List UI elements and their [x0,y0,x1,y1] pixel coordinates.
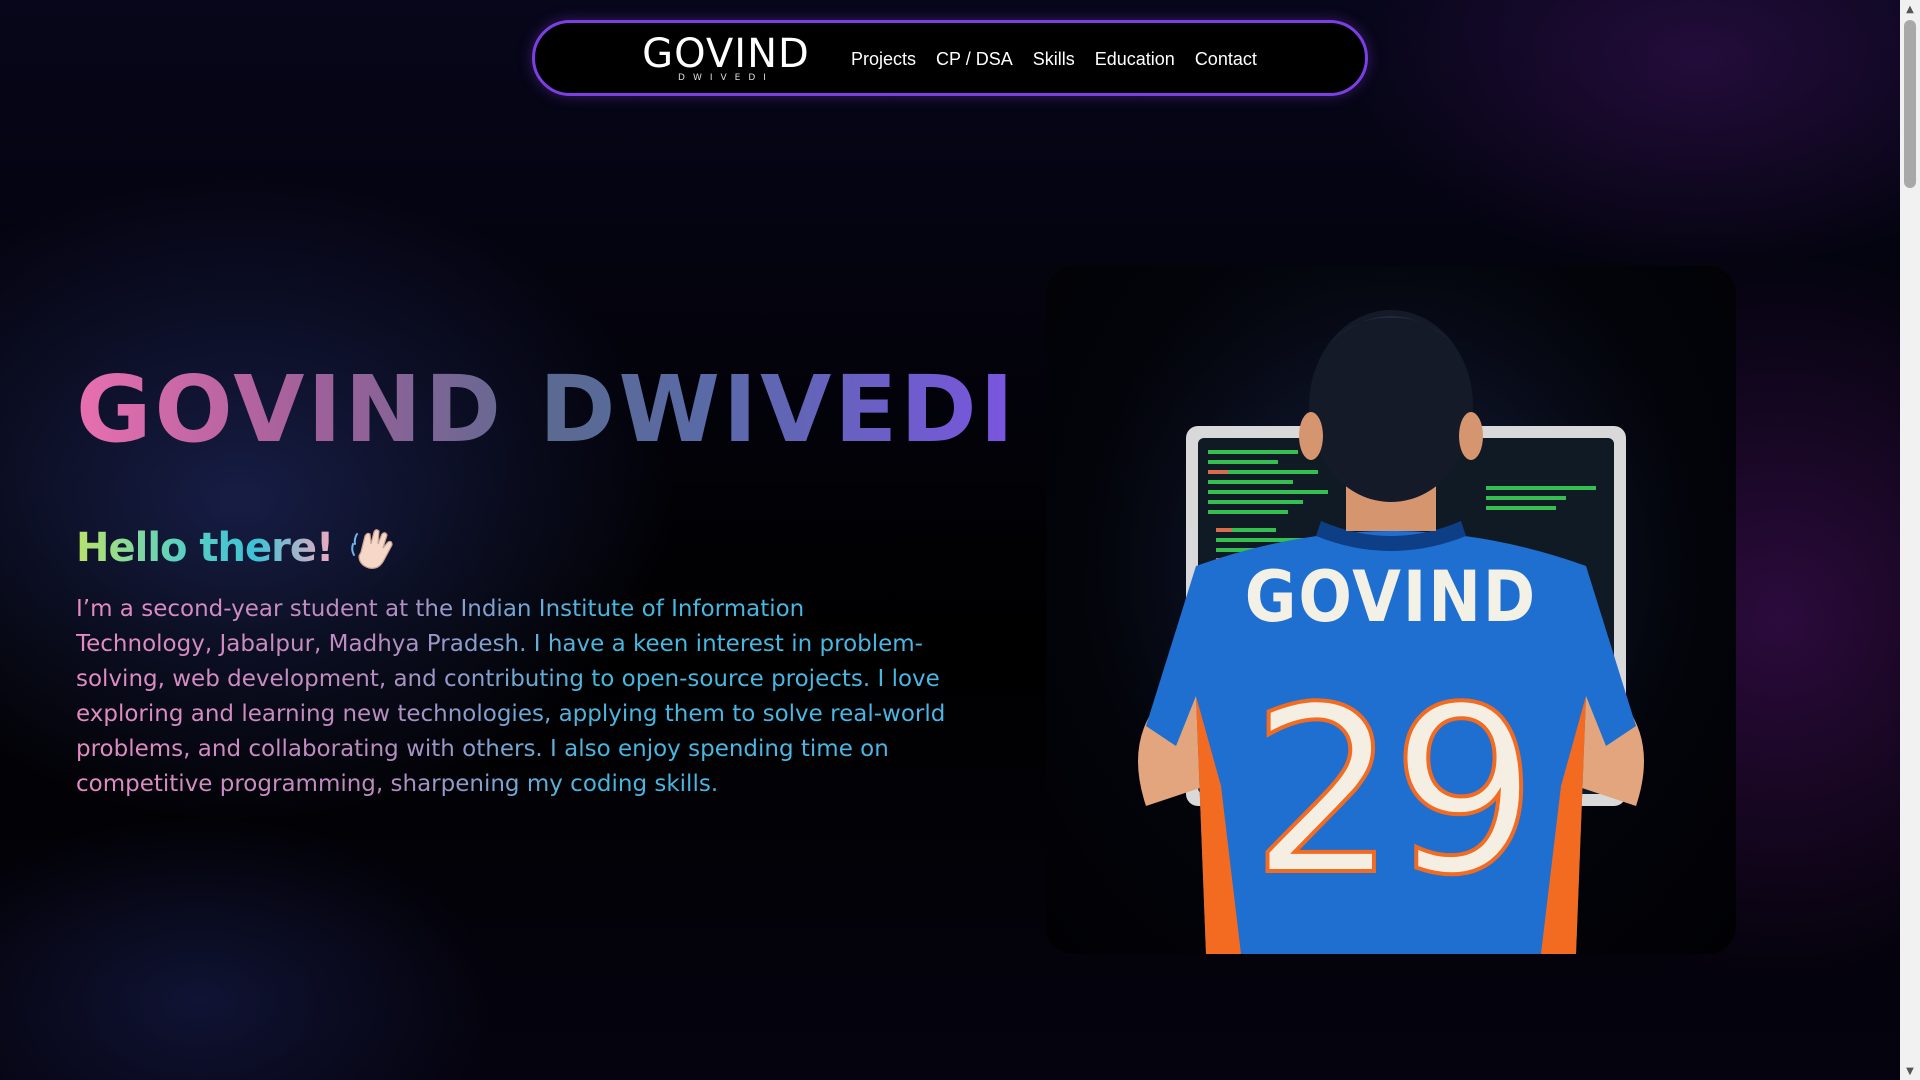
nav-link-skills[interactable]: Skills [1033,49,1075,70]
top-navbar: GOVIND DWIVEDI Projects CP / DSA Skills … [532,20,1368,96]
greeting-text: Hello there! [76,525,334,571]
waving-hand-icon [351,529,393,569]
logo-main-text: GOVIND [642,31,810,77]
nav-links: Projects CP / DSA Skills Education Conta… [851,49,1257,70]
nav-link-contact[interactable]: Contact [1195,49,1257,70]
vertical-scrollbar[interactable]: ▲ ▼ [1900,0,1920,1080]
nav-link-cp-dsa[interactable]: CP / DSA [936,49,1013,70]
jersey-number: 29 [1251,659,1532,926]
hero-title: GOVIND DWIVEDI [76,356,1017,463]
greeting: Hello there! [76,522,399,574]
site-logo[interactable]: GOVIND DWIVEDI [635,33,817,83]
nav-link-education[interactable]: Education [1095,49,1175,70]
profile-illustration: GOVIND 29 [1046,266,1736,954]
nav-link-projects[interactable]: Projects [851,49,916,70]
scroll-up-icon[interactable]: ▲ [1900,0,1920,18]
scroll-thumb[interactable] [1904,20,1916,188]
scroll-down-icon[interactable]: ▼ [1900,1062,1920,1080]
bio-paragraph: I’m a second-year student at the Indian … [76,592,946,802]
jersey-name: GOVIND [1245,556,1537,638]
